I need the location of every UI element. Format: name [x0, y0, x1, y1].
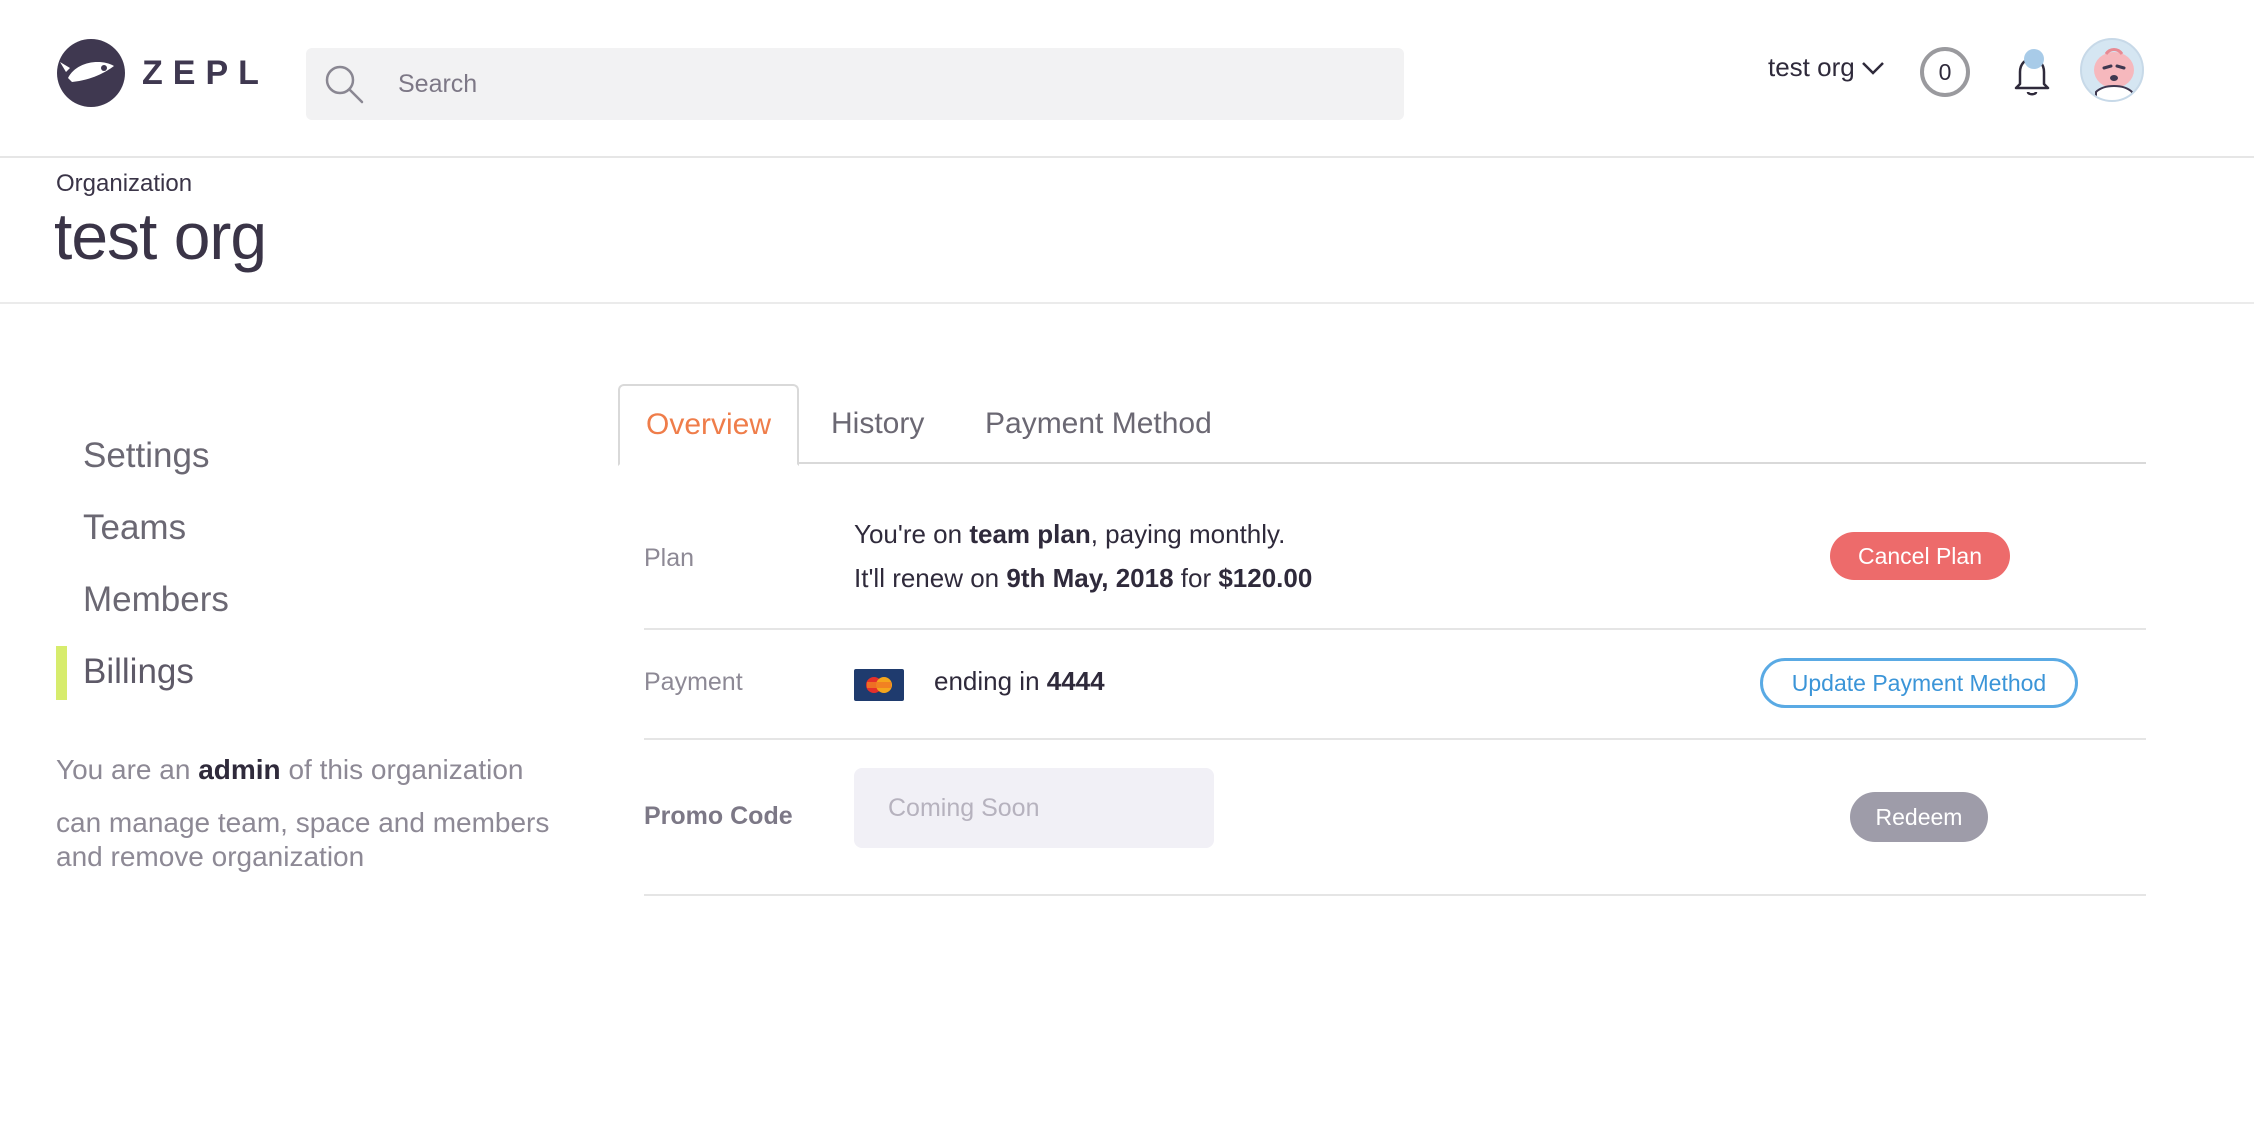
search-bar: [306, 48, 1404, 120]
promo-code-input[interactable]: [854, 768, 1214, 848]
plan-line-2: It'll renew on 9th May, 2018 for $120.00: [854, 556, 1312, 600]
tab-overview[interactable]: Overview: [618, 384, 800, 466]
org-title-band: Organization test org: [0, 160, 2254, 304]
plan-row: Plan You're on team plan, paying monthly…: [644, 466, 2146, 630]
tab-history[interactable]: History: [831, 384, 924, 464]
notification-dot: [2024, 49, 2044, 69]
promo-label: Promo Code: [644, 802, 793, 830]
avatar[interactable]: [2080, 38, 2144, 102]
page-title: test org: [54, 199, 267, 273]
sidebar-item-members[interactable]: Members: [56, 564, 556, 636]
sidebar-item-billings[interactable]: Billings: [56, 636, 556, 708]
payment-row: Payment ending in 4444 Update Payment Me…: [644, 630, 2146, 740]
sidebar-item-teams[interactable]: Teams: [56, 492, 556, 564]
plan-line2-mid: for: [1173, 563, 1219, 593]
plan-line1-prefix: You're on: [854, 519, 970, 549]
update-payment-method-button[interactable]: Update Payment Method: [1760, 658, 2078, 708]
plan-line2-prefix: It'll renew on: [854, 563, 1007, 593]
credit-counter[interactable]: 0: [1920, 47, 1970, 97]
zepl-logo-icon: [57, 39, 125, 107]
promo-row: Promo Code Redeem: [644, 740, 2146, 896]
org-eyebrow: Organization: [56, 170, 193, 197]
logo-wordmark: ZEPL: [142, 53, 269, 92]
plan-label: Plan: [644, 544, 695, 572]
plan-name: team plan: [969, 519, 1091, 549]
mastercard-icon: [854, 669, 904, 701]
billing-tabs: Overview History Payment Method: [618, 384, 2146, 466]
avatar-peach-icon: [2094, 48, 2134, 100]
card-summary: ending in 4444: [934, 666, 1105, 697]
org-switcher-label: test org: [1768, 52, 1855, 82]
org-switcher[interactable]: test org: [1768, 52, 1885, 83]
search-input[interactable]: [398, 48, 1378, 120]
plan-amount: $120.00: [1218, 563, 1313, 593]
chevron-down-icon: [1861, 61, 1884, 75]
role-prefix: You are an: [56, 754, 199, 785]
role-description: can manage team, space and members and r…: [56, 807, 550, 872]
tab-payment-method[interactable]: Payment Method: [985, 384, 1212, 464]
role-name: admin: [198, 754, 281, 785]
sidebar-item-settings[interactable]: Settings: [56, 420, 556, 492]
zepl-logo[interactable]: ZEPL: [56, 38, 269, 108]
plan-summary: You're on team plan, paying monthly. It'…: [854, 512, 1312, 600]
redeem-button[interactable]: Redeem: [1850, 792, 1988, 842]
cancel-plan-button[interactable]: Cancel Plan: [1830, 532, 2010, 580]
search-icon: [325, 65, 364, 104]
payment-label: Payment: [644, 668, 743, 696]
card-ending-prefix: ending in: [934, 666, 1047, 696]
card-last4: 4444: [1046, 666, 1105, 696]
role-note: You are an admin of this organization: [56, 752, 576, 788]
plan-line1-suffix: , paying monthly.: [1090, 519, 1286, 549]
plan-line-1: You're on team plan, paying monthly.: [854, 512, 1312, 556]
role-suffix: of this organization: [280, 754, 524, 785]
top-header: ZEPL test org 0: [0, 0, 2254, 158]
sidebar-nav: Settings Teams Members Billings: [56, 420, 556, 708]
renew-date: 9th May, 2018: [1006, 563, 1174, 593]
